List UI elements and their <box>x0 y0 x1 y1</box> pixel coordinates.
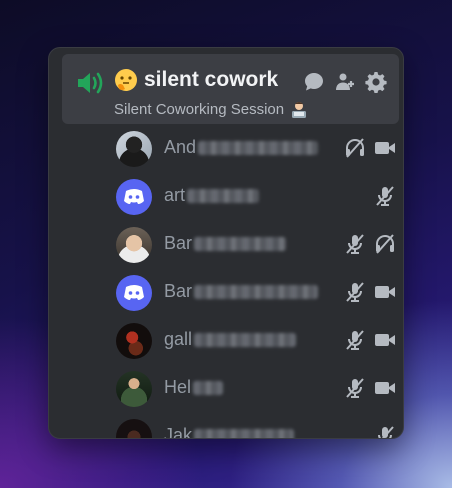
voice-channel-panel: silent cowork Silent Coworking Session A… <box>48 47 404 439</box>
redacted-name <box>187 188 260 203</box>
video-icon <box>375 286 395 298</box>
voice-user-row[interactable]: And <box>116 128 396 168</box>
muted-icon <box>346 378 364 398</box>
avatar <box>116 419 152 438</box>
voice-user-row[interactable]: gall <box>116 320 396 360</box>
voice-user-row[interactable]: art <box>116 176 396 216</box>
muted-icon <box>346 234 364 254</box>
avatar <box>116 275 152 311</box>
user-name: Bar <box>164 233 193 253</box>
avatar <box>116 131 152 167</box>
speaker-icon <box>78 72 103 94</box>
technologist-emoji-icon <box>292 102 307 118</box>
redacted-name <box>194 284 319 299</box>
avatar <box>116 371 152 407</box>
user-name: Hel <box>164 377 192 397</box>
chat-bubble-icon[interactable] <box>303 71 325 93</box>
thinking-emoji-icon <box>115 69 137 91</box>
user-name: And <box>164 137 197 157</box>
video-icon <box>375 334 395 346</box>
redacted-name <box>193 380 224 395</box>
voice-user-row[interactable]: Bar <box>116 224 396 264</box>
redacted-name <box>194 236 287 251</box>
muted-icon <box>376 186 394 206</box>
voice-user-row[interactable]: Hel <box>116 368 396 408</box>
video-icon <box>375 382 395 394</box>
discord-logo-icon <box>124 285 144 300</box>
user-name: gall <box>164 329 193 349</box>
voice-user-row[interactable]: Jak <box>116 416 396 439</box>
user-name: Bar <box>164 281 193 301</box>
user-name: Jak <box>164 425 193 439</box>
avatar <box>116 227 152 263</box>
channel-topic: Silent Coworking Session <box>114 100 308 118</box>
avatar <box>116 179 152 215</box>
discord-logo-icon <box>124 189 144 204</box>
muted-icon <box>378 426 394 438</box>
channel-title: silent cowork <box>114 68 278 92</box>
deafened-icon <box>346 138 364 158</box>
voice-user-row[interactable]: Bar <box>116 272 396 312</box>
muted-icon <box>346 330 364 350</box>
add-member-icon[interactable] <box>334 71 356 93</box>
redacted-name <box>194 332 297 347</box>
gear-icon[interactable] <box>365 71 387 93</box>
muted-icon <box>346 282 364 302</box>
redacted-name <box>198 140 319 155</box>
user-name: art <box>164 185 186 205</box>
redacted-name <box>194 428 295 438</box>
deafened-icon <box>376 234 394 254</box>
avatar <box>116 323 152 359</box>
voice-channel-header[interactable]: silent cowork Silent Coworking Session <box>62 54 399 124</box>
channel-name: silent cowork <box>144 68 279 91</box>
video-icon <box>375 142 395 154</box>
